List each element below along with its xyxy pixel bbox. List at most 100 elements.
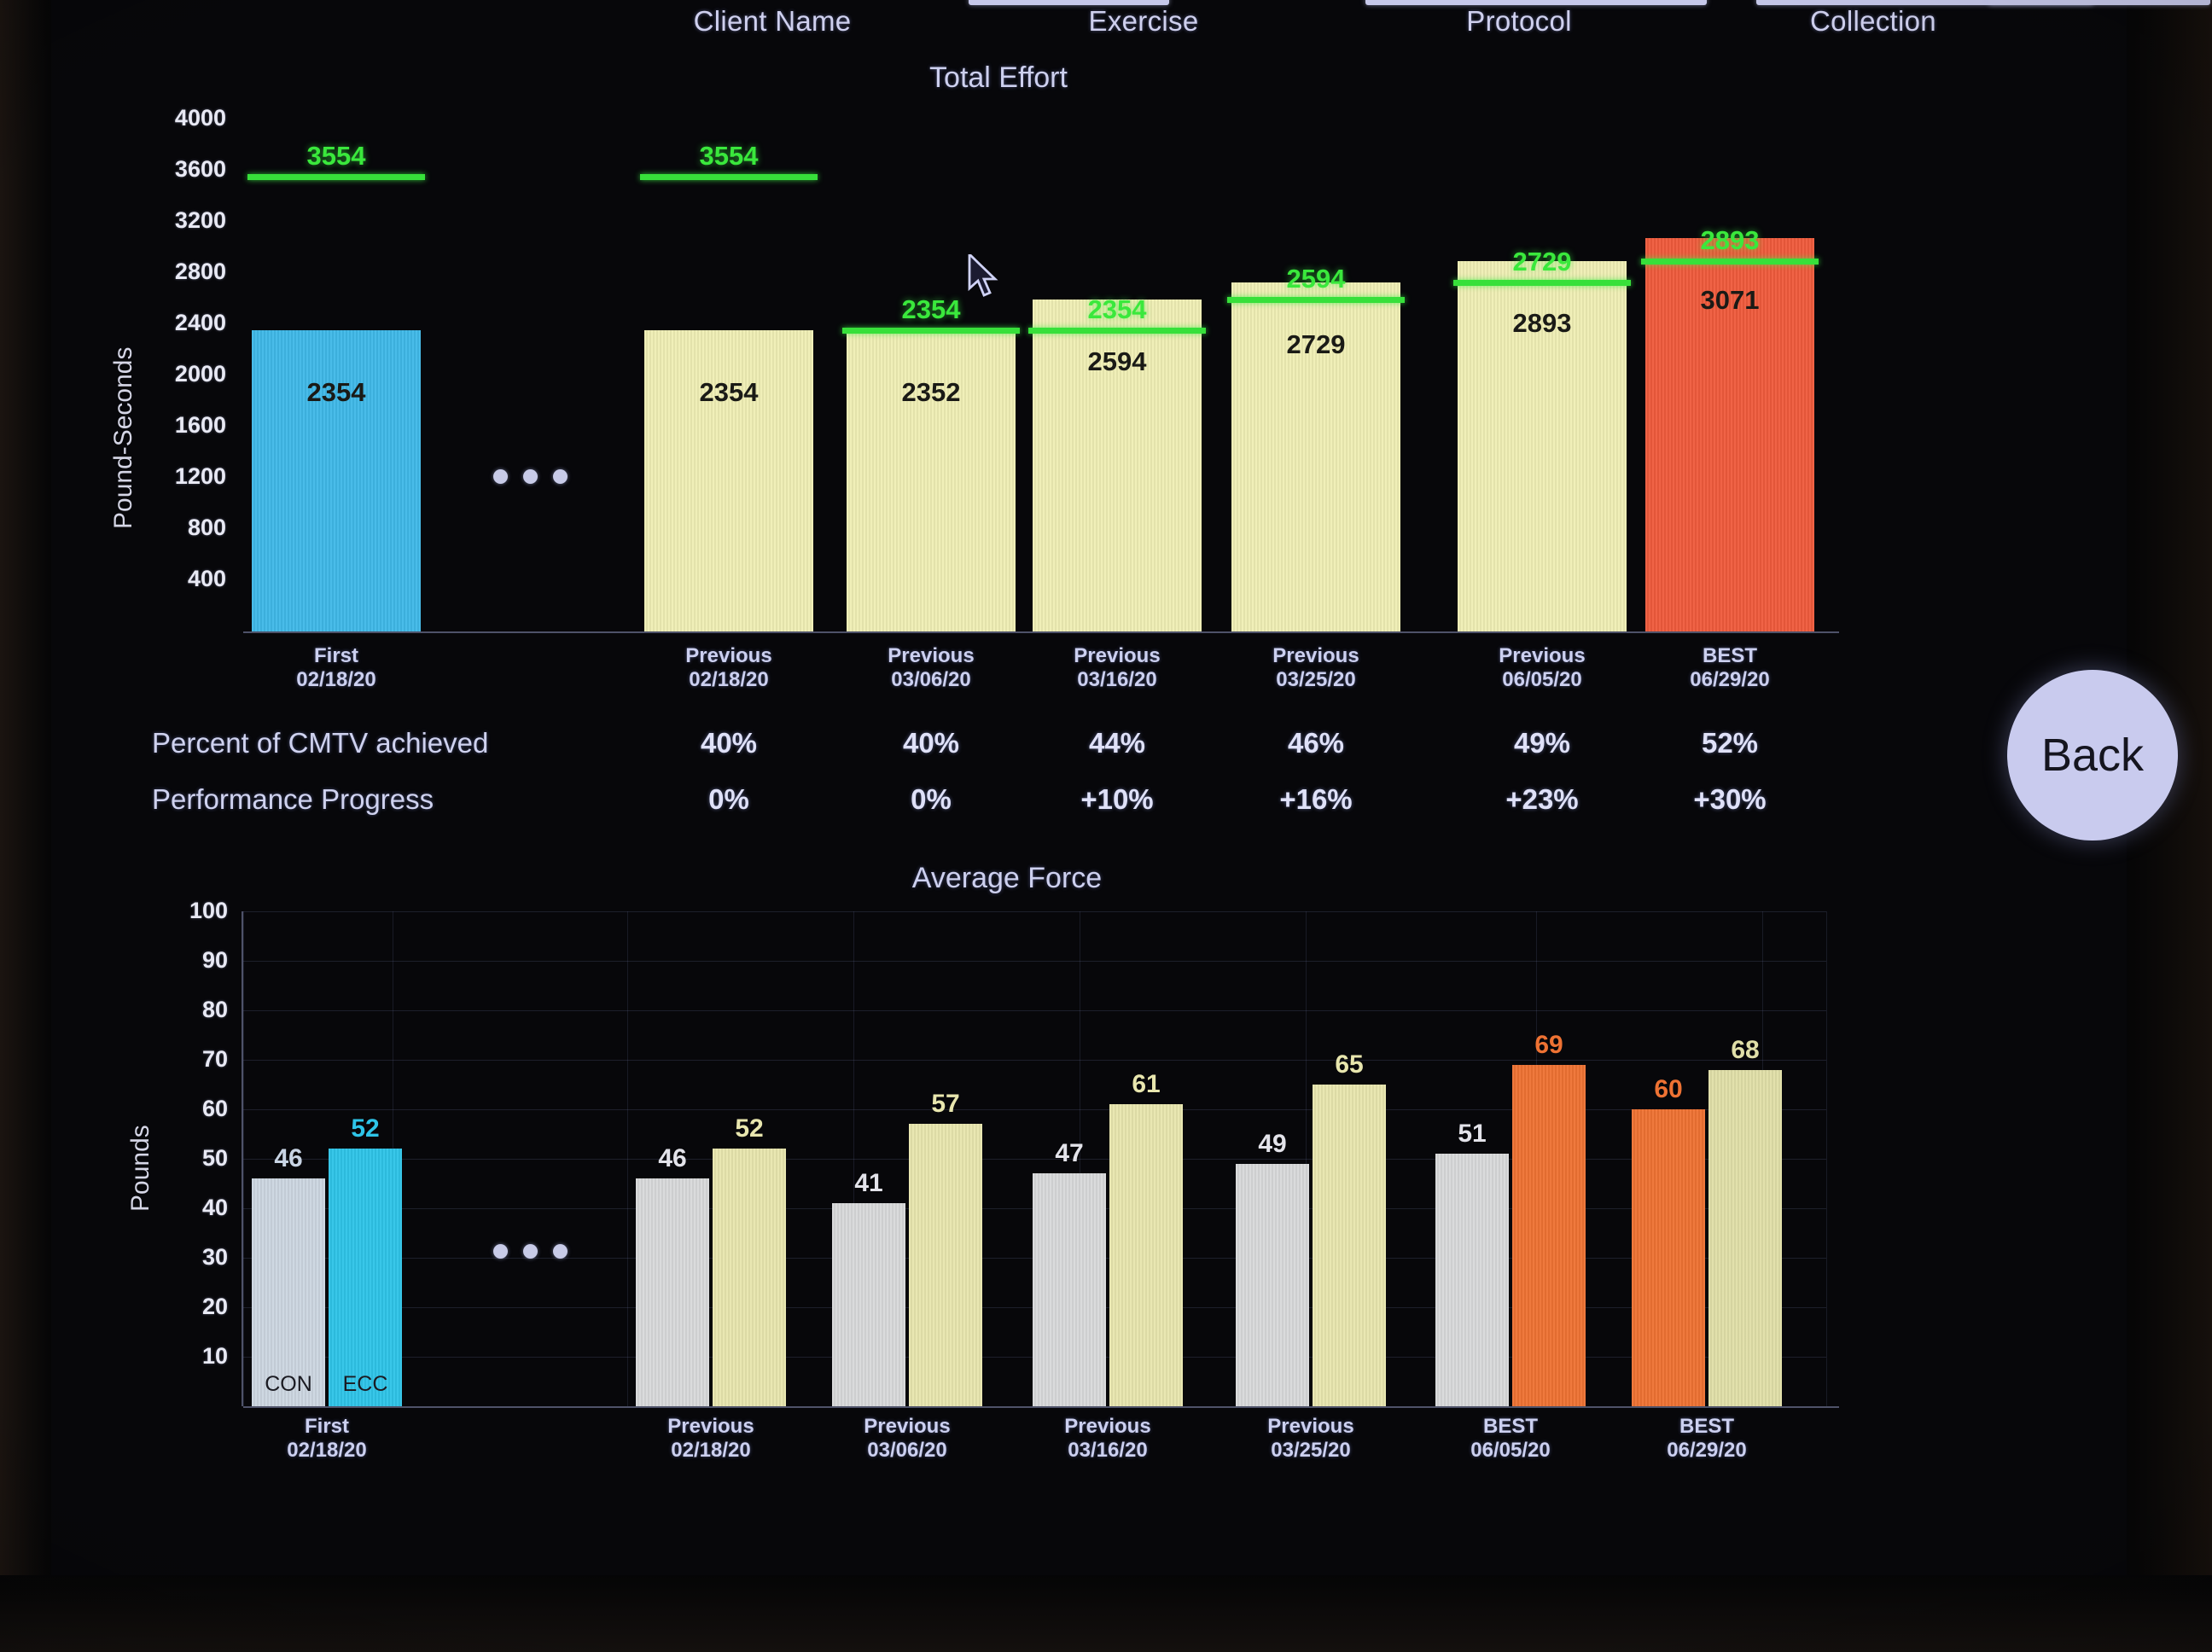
x-label-date: 03/25/20 [1276,668,1356,692]
bar-label-ecc-2: 57 [931,1090,960,1119]
bar-total-effort-2[interactable] [847,330,1016,631]
stat-cell-r1-c0: 0% [708,783,749,815]
nav-tab-indicator-1 [1365,0,1707,5]
bar-avg-force-con-4[interactable] [1236,1163,1309,1407]
bar-avg-force-ecc-2[interactable] [909,1124,982,1406]
bar-label-con-4: 49 [1258,1129,1287,1158]
y-tick-1200: 1200 [174,463,226,489]
target-value-label-0: 3554 [306,140,366,171]
stat-cell-r1-c2: +10% [1080,783,1154,815]
bar-avg-force-ecc-1[interactable] [713,1149,786,1406]
bar-avg-force-con-6[interactable] [1632,1109,1705,1406]
x-label-total-effort-6: BEST 06/29/20 [1611,644,1848,693]
x-label-kind: First [304,1415,349,1438]
x-label-date: 06/29/20 [1690,668,1770,692]
x-label-avg-force-3: Previous 03/16/20 [990,1415,1225,1463]
bar-value-label-0: 2354 [306,376,366,407]
bar-label-con-0: 46 [274,1144,303,1173]
x-label-date: 06/29/20 [1667,1439,1747,1463]
target-line-3 [1028,327,1206,334]
mouse-cursor [968,254,998,297]
nav-item-protocol[interactable]: Protocol [1348,5,1690,38]
nav-item-exercise[interactable]: Exercise [973,5,1314,38]
bar-avg-force-ecc-6[interactable] [1708,1069,1782,1407]
bar-label-ecc-4: 65 [1335,1050,1364,1079]
gridline-h-70 [243,1060,1826,1061]
stat-cell-r0-c2: 44% [1088,727,1146,759]
target-line-6 [1641,259,1819,265]
stat-cell-r0-c3: 46% [1287,727,1345,759]
bar-avg-force-ecc-4[interactable] [1313,1085,1386,1406]
y-tick-2000: 2000 [174,361,226,387]
bar-avg-force-con-1[interactable] [636,1178,709,1406]
target-value-label-4: 2594 [1286,263,1346,294]
bar-label-ecc-6: 68 [1731,1035,1760,1064]
y-tick-2400: 2400 [174,310,226,335]
y-tick-2800: 2800 [174,259,226,284]
stat-cell-r1-c5: +30% [1693,783,1767,815]
x-label-kind: BEST [1679,1415,1734,1438]
y-tick-force-20: 20 [201,1294,228,1319]
y-tick-400: 400 [187,566,226,591]
y-tick-force-80: 80 [201,997,228,1022]
target-line-5 [1453,279,1631,286]
bar-avg-force-ecc-5[interactable] [1512,1064,1586,1407]
bar-total-effort-0[interactable] [252,329,421,632]
x-label-kind: Previous [1272,644,1359,667]
stat-cell-r1-c4: +23% [1505,783,1579,815]
x-label-total-effort-4: Previous 03/25/20 [1197,644,1435,693]
bar-value-label-5: 2893 [1512,308,1572,339]
nav-tab-indicator-3 [1988,0,2210,5]
bar-total-effort-1[interactable] [644,329,813,632]
chart-title-average-force: Average Force [911,862,1103,894]
back-button-label: Back [2040,730,2145,781]
bar-value-label-3: 2594 [1087,346,1147,376]
bar-avg-force-ecc-3[interactable] [1109,1104,1183,1406]
y-tick-force-100: 100 [189,898,228,923]
y-tick-force-70: 70 [201,1046,228,1072]
bar-label-ecc-5: 69 [1534,1030,1563,1059]
nav-item-client-name[interactable]: Client Name [602,5,943,38]
target-line-4 [1227,296,1405,303]
bar-label-ecc-0: 52 [351,1114,380,1143]
y-tick-4000: 4000 [174,105,226,131]
y-tick-force-60: 60 [201,1096,228,1121]
target-line-0 [247,173,425,180]
bezel-bottom [0,1575,2212,1652]
target-value-label-3: 2354 [1087,294,1147,324]
y-tick-1600: 1600 [174,412,226,438]
x-label-date: 02/18/20 [287,1439,367,1463]
pair-label-ecc: ECC [342,1372,388,1396]
ellipsis-gap-indicator-top [493,469,568,484]
back-button[interactable]: Back [2007,670,2178,841]
x-label-date: 02/18/20 [296,668,376,692]
ellipsis-gap-indicator-bottom [493,1244,568,1259]
bar-label-ecc-3: 61 [1132,1070,1161,1099]
bar-avg-force-con-5[interactable] [1435,1154,1509,1406]
bar-label-con-5: 51 [1458,1120,1487,1149]
target-line-1 [640,173,818,180]
target-value-label-5: 2729 [1512,246,1572,276]
nav-item-collection[interactable]: Collection [1703,5,2044,38]
target-value-label-1: 3554 [699,140,759,171]
x-label-total-effort-0: First 02/18/20 [218,644,455,693]
bar-avg-force-con-3[interactable] [1033,1173,1106,1406]
x-label-date: 03/16/20 [1068,1439,1148,1463]
gridline-h-100 [243,911,1826,912]
nav-tab-indicator-0 [969,0,1169,5]
bar-avg-force-ecc-0[interactable] [329,1149,402,1406]
bar-avg-force-con-2[interactable] [832,1203,905,1406]
gridline-v-8 [1826,911,1827,1406]
bar-value-label-1: 2354 [699,376,759,407]
gridline-h-80 [243,1010,1826,1011]
y-tick-3600: 3600 [174,156,226,182]
y-tick-force-40: 40 [201,1195,228,1220]
top-navigation: Client Name Exercise Protocol Collection [0,0,2212,49]
bezel-left [0,0,51,1652]
bar-label-con-6: 60 [1654,1075,1683,1103]
bar-label-ecc-1: 52 [735,1114,764,1143]
stat-row-label-1: Performance Progress [152,783,434,815]
stat-cell-r1-c1: 0% [911,783,952,815]
y-tick-800: 800 [187,515,226,540]
bar-value-label-6: 3071 [1700,285,1760,316]
